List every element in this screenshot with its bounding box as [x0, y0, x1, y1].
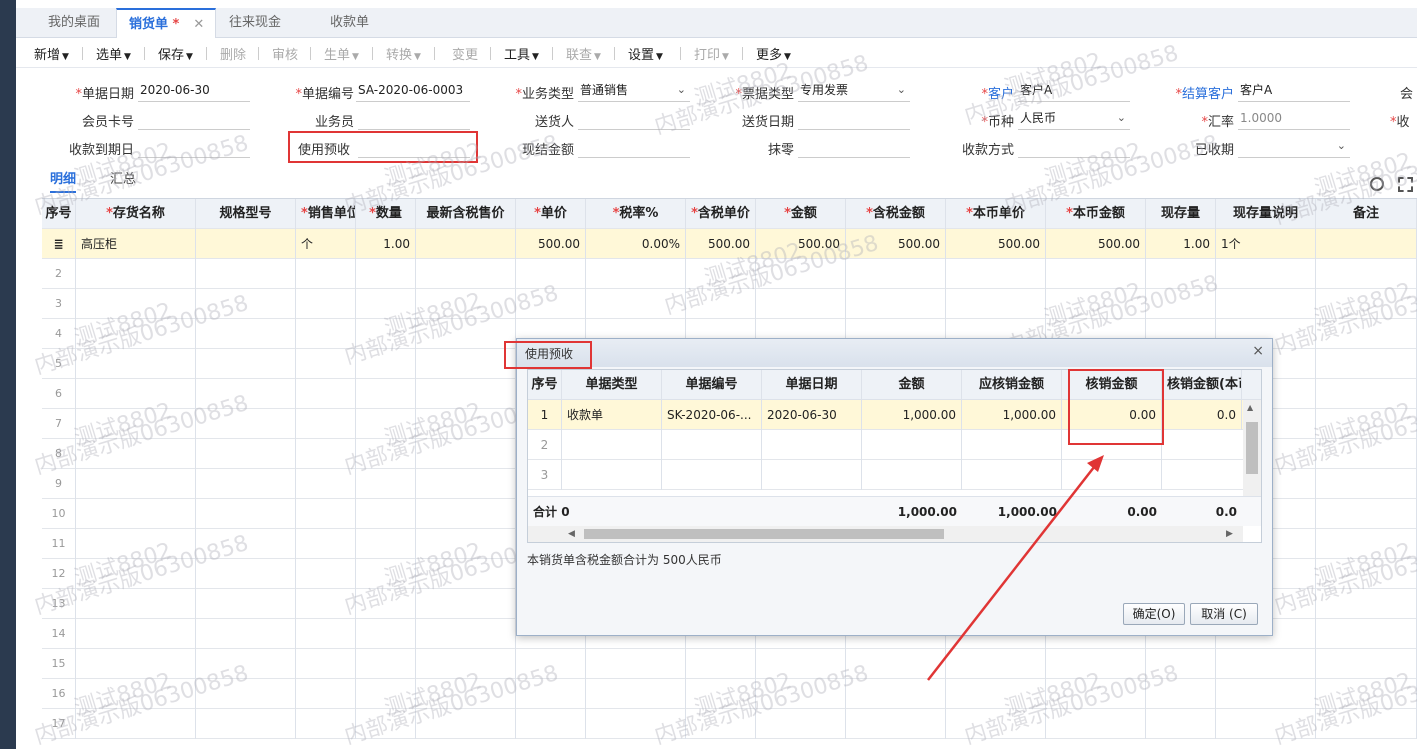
arrow-head	[1087, 455, 1104, 472]
annotation-arrow	[927, 455, 1104, 681]
arrow-shaft	[927, 461, 1099, 681]
